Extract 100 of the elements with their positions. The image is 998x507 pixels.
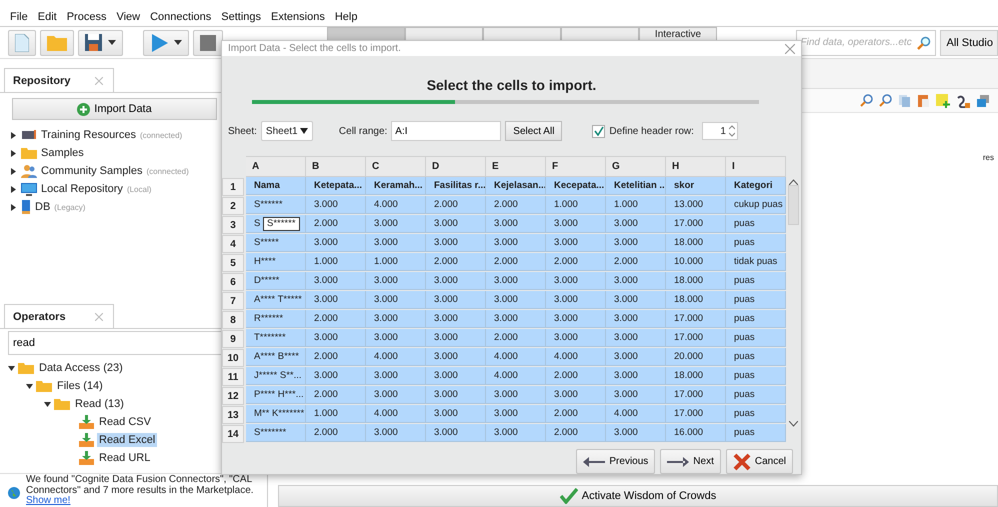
status-note: (connected) — [146, 166, 189, 176]
table-cell: M** K******* — [246, 405, 306, 423]
table-cell: 3.000 — [606, 348, 666, 366]
header-row-label: Define header row: — [609, 126, 694, 136]
table-cell: 3.000 — [546, 215, 606, 233]
dialog-title: Import Data - Select the cells to import. — [228, 43, 401, 54]
table-cell: 3.000 — [546, 291, 606, 309]
table-cell: H**** — [246, 253, 306, 271]
table-cell: 3.000 — [546, 386, 606, 404]
table-cell: 4.000 — [486, 367, 546, 385]
row-number: 14 — [222, 425, 244, 443]
table-cell: 2.000 — [306, 310, 366, 328]
table-cell: T******* — [246, 329, 306, 347]
table-cell: 2.000 — [306, 215, 366, 233]
table-cell: 2.000 — [546, 424, 606, 442]
table-cell: 3.000 — [306, 234, 366, 252]
table-cell: 2.000 — [546, 405, 606, 423]
table-cell: 3.000 — [366, 310, 426, 328]
table-cell: 3.000 — [486, 310, 546, 328]
table-cell: R****** — [246, 310, 306, 328]
table-cell: A**** T***** — [246, 291, 306, 309]
table-cell: puas — [726, 272, 786, 290]
table-cell: 3.000 — [546, 329, 606, 347]
table-cell: 3.000 — [426, 424, 486, 442]
table-cell: 3.000 — [306, 291, 366, 309]
table-cell: 3.000 — [486, 272, 546, 290]
table-cell: 1.000 — [306, 405, 366, 423]
table-cell: 2.000 — [306, 386, 366, 404]
table-cell: 3.000 — [486, 215, 546, 233]
table-cell: 1.000 — [366, 253, 426, 271]
row-number: 10 — [222, 349, 244, 367]
table-cell: puas — [726, 310, 786, 328]
table-cell: 2.000 — [606, 253, 666, 271]
row-number: 13 — [222, 406, 244, 424]
table-cell: 3.000 — [426, 272, 486, 290]
table-cell: 4.000 — [366, 405, 426, 423]
table-cell: 3.000 — [606, 424, 666, 442]
table-cell: puas — [726, 329, 786, 347]
table-cell: Ketepata... — [306, 177, 366, 195]
table-cell: puas — [726, 367, 786, 385]
table-cell: 2.000 — [306, 424, 366, 442]
table-cell: 3.000 — [486, 386, 546, 404]
table-cell: 3.000 — [426, 329, 486, 347]
row-number: 2 — [222, 197, 244, 215]
table-cell: 3.000 — [426, 234, 486, 252]
status-note: (Local) — [126, 184, 152, 194]
table-cell: cukup puas — [726, 196, 786, 214]
table-cell: 1.000 — [306, 253, 366, 271]
table-cell: 3.000 — [366, 367, 426, 385]
table-cell: 3.000 — [426, 291, 486, 309]
table-cell: 1.000 — [546, 196, 606, 214]
table-cell: puas — [726, 405, 786, 423]
table-cell: 16.000 — [666, 424, 726, 442]
table-cell: 2.000 — [546, 367, 606, 385]
table-cell: S******* — [246, 424, 306, 442]
table-cell: 3.000 — [426, 215, 486, 233]
table-cell: tidak puas — [726, 253, 786, 271]
table-cell: Ketelitian ... — [606, 177, 666, 195]
table-cell: 3.000 — [366, 272, 426, 290]
table-cell: 3.000 — [306, 329, 366, 347]
tooltip: S****** — [263, 217, 300, 231]
row-number: 8 — [222, 311, 244, 329]
table-cell: 3.000 — [426, 405, 486, 423]
table-cell: 3.000 — [606, 386, 666, 404]
marketplace-notice: We found "Cognite Data Fusion Connectors", "CAL Connectors" and 7 more results in the Marketplace. — [26, 475, 255, 496]
table-cell: 3.000 — [546, 234, 606, 252]
table-cell: S****** — [246, 196, 306, 214]
table-cell: 4.000 — [606, 405, 666, 423]
table-cell: P**** H***... — [246, 386, 306, 404]
table-cell: skor — [666, 177, 726, 195]
table-cell: 3.000 — [606, 310, 666, 328]
table-cell: 4.000 — [546, 348, 606, 366]
row-number: 12 — [222, 387, 244, 405]
table-cell: 2.000 — [486, 329, 546, 347]
table-cell: 3.000 — [426, 386, 486, 404]
sheet-label: Sheet: — [228, 126, 257, 136]
table-cell: 3.000 — [306, 272, 366, 290]
table-cell: 2.000 — [486, 253, 546, 271]
table-cell: 2.000 — [426, 253, 486, 271]
panel-title: Repository — [13, 74, 70, 86]
table-cell: 3.000 — [606, 272, 666, 290]
table-cell: puas — [726, 291, 786, 309]
row-number: 11 — [222, 368, 244, 386]
table-cell: 3.000 — [486, 405, 546, 423]
status-note: (connected) — [140, 130, 182, 140]
table-cell: 13.000 — [666, 196, 726, 214]
table-cell: 18.000 — [666, 367, 726, 385]
table-cell: 10.000 — [666, 253, 726, 271]
table-cell: 3.000 — [366, 329, 426, 347]
table-cell: 3.000 — [606, 215, 666, 233]
table-cell: puas — [726, 386, 786, 404]
table-cell: 18.000 — [666, 272, 726, 290]
table-cell: 18.000 — [666, 291, 726, 309]
table-cell: 2.000 — [426, 196, 486, 214]
table-cell: Fasilitas r... — [426, 177, 486, 195]
table-cell: 2.000 — [546, 253, 606, 271]
table-cell: 1.000 — [606, 196, 666, 214]
table-cell: 3.000 — [366, 424, 426, 442]
table-cell: 3.000 — [486, 291, 546, 309]
table-cell: S***** — [246, 234, 306, 252]
